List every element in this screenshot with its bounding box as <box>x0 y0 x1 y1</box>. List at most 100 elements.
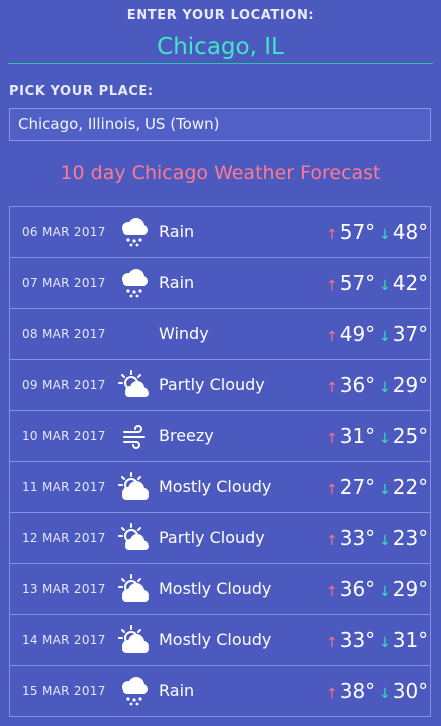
arrow-down-icon: ↓ <box>379 278 391 294</box>
partly-cloudy-icon <box>116 369 150 401</box>
forecast-high: ↑ 57° <box>326 207 375 260</box>
forecast-date: 07 MAR 2017 <box>22 276 106 290</box>
arrow-up-icon: ↑ <box>326 278 338 294</box>
forecast-title: 10 day Chicago Weather Forecast <box>60 162 381 184</box>
forecast-low: ↓ 29° <box>379 360 428 413</box>
forecast-low: ↓ 22° <box>379 462 428 515</box>
forecast-low: ↓ 29° <box>379 564 428 617</box>
arrow-down-icon: ↓ <box>379 635 391 651</box>
high-temp: 57° <box>339 271 376 295</box>
forecast-condition: Partly Cloudy <box>159 375 265 394</box>
forecast-high: ↑ 36° <box>326 564 375 617</box>
forecast-date: 11 MAR 2017 <box>22 480 106 494</box>
forecast-low: ↓ 30° <box>379 666 428 719</box>
location-label: ENTER YOUR LOCATION: <box>126 8 315 23</box>
forecast-condition: Mostly Cloudy <box>159 630 272 649</box>
forecast-date: 14 MAR 2017 <box>22 633 106 647</box>
forecast-high: ↑ 27° <box>326 462 375 515</box>
low-temp: 42° <box>392 271 429 295</box>
forecast-high: ↑ 31° <box>326 411 375 464</box>
arrow-down-icon: ↓ <box>379 380 391 396</box>
forecast-row: 12 MAR 2017 Partly Cloudy ↑ 33° ↓ 23° <box>9 513 431 564</box>
forecast-row: 11 MAR 2017 Mostly Cloudy ↑ 27° ↓ 22° <box>9 462 431 513</box>
arrow-down-icon: ↓ <box>379 686 391 702</box>
high-temp: 33° <box>339 526 376 550</box>
low-temp: 25° <box>392 424 429 448</box>
low-temp: 48° <box>392 220 429 244</box>
breezy-icon <box>116 420 150 452</box>
arrow-up-icon: ↑ <box>326 329 338 345</box>
high-temp: 38° <box>339 679 376 703</box>
forecast-condition: Mostly Cloudy <box>159 579 272 598</box>
forecast-low: ↓ 23° <box>379 513 428 566</box>
low-temp: 31° <box>392 628 429 652</box>
forecast-row: 09 MAR 2017 Partly Cloudy ↑ 36° ↓ 29° <box>9 360 431 411</box>
arrow-up-icon: ↑ <box>326 431 338 447</box>
low-temp: 29° <box>392 373 429 397</box>
low-temp: 29° <box>392 577 429 601</box>
forecast-row: 07 MAR 2017 Rain ↑ 57° ↓ 42° <box>9 258 431 309</box>
low-temp: 22° <box>392 475 429 499</box>
forecast-high: ↑ 57° <box>326 258 375 311</box>
high-temp: 33° <box>339 628 376 652</box>
forecast-condition: Rain <box>159 681 195 700</box>
low-temp: 37° <box>392 322 429 346</box>
arrow-up-icon: ↑ <box>326 635 338 651</box>
arrow-up-icon: ↑ <box>326 533 338 549</box>
forecast-low: ↓ 42° <box>379 258 428 311</box>
forecast-low: ↓ 25° <box>379 411 428 464</box>
mostly-cloudy-icon <box>116 624 150 656</box>
low-temp: 30° <box>392 679 429 703</box>
forecast-date: 12 MAR 2017 <box>22 531 106 545</box>
forecast-high: ↑ 38° <box>326 666 375 719</box>
place-select[interactable]: Chicago, Illinois, US (Town) <box>9 108 431 141</box>
forecast-row: 10 MAR 2017 Breezy ↑ 31° ↓ 25° <box>9 411 431 462</box>
forecast-date: 10 MAR 2017 <box>22 429 106 443</box>
forecast-date: 13 MAR 2017 <box>22 582 106 596</box>
high-temp: 57° <box>339 220 376 244</box>
mostly-cloudy-icon <box>116 471 150 503</box>
arrow-up-icon: ↑ <box>326 227 338 243</box>
forecast-low: ↓ 31° <box>379 615 428 668</box>
forecast-low: ↓ 48° <box>379 207 428 260</box>
place-label: PICK YOUR PLACE: <box>9 84 154 99</box>
forecast-condition: Breezy <box>159 426 214 445</box>
arrow-up-icon: ↑ <box>326 686 338 702</box>
forecast-condition: Partly Cloudy <box>159 528 265 547</box>
partly-cloudy-icon <box>116 522 150 554</box>
arrow-up-icon: ↑ <box>326 584 338 600</box>
rain-icon <box>116 675 150 707</box>
rain-icon <box>116 267 150 299</box>
forecast-row: 14 MAR 2017 Mostly Cloudy ↑ 33° ↓ 31° <box>9 615 431 666</box>
forecast-date: 15 MAR 2017 <box>22 684 106 698</box>
arrow-up-icon: ↑ <box>326 482 338 498</box>
arrow-up-icon: ↑ <box>326 380 338 396</box>
forecast-table: 06 MAR 2017 Rain ↑ 57° ↓ 48° 07 MAR 2017 R… <box>9 206 431 717</box>
high-temp: 36° <box>339 373 376 397</box>
arrow-down-icon: ↓ <box>379 482 391 498</box>
forecast-low: ↓ 37° <box>379 309 428 362</box>
high-temp: 27° <box>339 475 376 499</box>
high-temp: 49° <box>339 322 376 346</box>
arrow-down-icon: ↓ <box>379 533 391 549</box>
mostly-cloudy-icon <box>116 573 150 605</box>
forecast-date: 09 MAR 2017 <box>22 378 106 392</box>
location-input[interactable]: Chicago, IL <box>8 30 433 64</box>
arrow-down-icon: ↓ <box>379 431 391 447</box>
arrow-down-icon: ↓ <box>379 584 391 600</box>
low-temp: 23° <box>392 526 429 550</box>
arrow-down-icon: ↓ <box>379 329 391 345</box>
forecast-date: 08 MAR 2017 <box>22 327 106 341</box>
forecast-high: ↑ 49° <box>326 309 375 362</box>
forecast-high: ↑ 33° <box>326 615 375 668</box>
rain-icon <box>116 216 150 248</box>
forecast-row: 08 MAR 2017 Windy ↑ 49° ↓ 37° <box>9 309 431 360</box>
forecast-condition: Rain <box>159 222 195 241</box>
forecast-condition: Mostly Cloudy <box>159 477 272 496</box>
forecast-condition: Rain <box>159 273 195 292</box>
empty-icon <box>116 318 150 350</box>
forecast-row: 13 MAR 2017 Mostly Cloudy ↑ 36° ↓ 29° <box>9 564 431 615</box>
forecast-condition: Windy <box>159 324 209 343</box>
arrow-down-icon: ↓ <box>379 227 391 243</box>
forecast-row: 06 MAR 2017 Rain ↑ 57° ↓ 48° <box>9 207 431 258</box>
